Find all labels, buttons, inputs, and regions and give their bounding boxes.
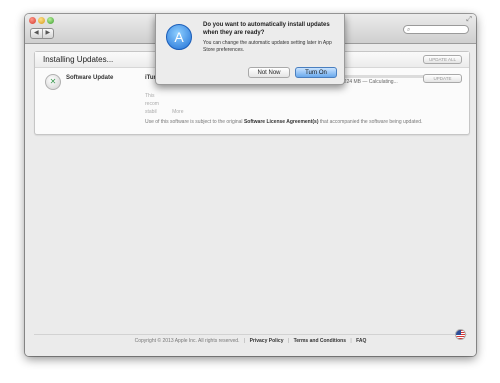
fullscreen-icon[interactable]: ⤢ — [466, 16, 472, 24]
nav-arrows: ◀ ▶ — [30, 28, 54, 39]
license-agreement-link[interactable]: Software License Agreement(s) — [244, 119, 319, 125]
privacy-policy-link[interactable]: Privacy Policy — [250, 338, 284, 344]
updates-page: Installing Updates... UPDATE ALL ✕ Softw… — [25, 44, 476, 356]
turn-on-button[interactable]: Turn On — [295, 67, 337, 78]
copyright-text: Copyright © 2013 Apple Inc. All rights r… — [134, 338, 240, 344]
footer-separator: | — [350, 338, 352, 344]
update-item-name: Software Update — [66, 75, 114, 81]
software-update-icon: ✕ — [45, 74, 61, 90]
minimize-window-button[interactable] — [38, 17, 45, 24]
terms-link[interactable]: Terms and Conditions — [294, 338, 346, 344]
zoom-window-button[interactable] — [47, 17, 54, 24]
search-input[interactable]: ⌕ — [403, 25, 469, 34]
dialog-title: Do you want to automatically install upd… — [203, 22, 330, 36]
description-line: stabil More — [145, 109, 184, 115]
footer-separator: | — [243, 338, 246, 344]
description-line: recom — [145, 101, 159, 107]
footer: Copyright © 2013 Apple Inc. All rights r… — [25, 338, 476, 344]
update-description: This recom stabil More — [145, 92, 305, 116]
description-line: This — [145, 93, 155, 99]
update-all-button[interactable]: UPDATE ALL — [423, 55, 462, 64]
us-flag-icon[interactable] — [455, 329, 466, 340]
faq-link[interactable]: FAQ — [356, 338, 366, 344]
license-notice: Use of this software is subject to the o… — [145, 119, 423, 125]
search-icon: ⌕ — [407, 27, 411, 33]
not-now-button[interactable]: Not Now — [248, 67, 290, 78]
more-link[interactable]: More — [172, 109, 183, 115]
close-window-button[interactable] — [29, 17, 36, 24]
dialog-message: You can change the automatic updates set… — [203, 40, 332, 53]
app-store-window: ◀ ▶ ⤢ ✂ Featured ★ Top Charts ▦ Categori… — [25, 14, 476, 356]
footer-separator: | — [287, 338, 290, 344]
panel-title: Installing Updates... — [43, 55, 114, 64]
app-store-icon: A — [166, 24, 192, 50]
forward-arrow-icon[interactable]: ▶ — [43, 29, 54, 38]
footer-divider — [34, 334, 467, 335]
update-button[interactable]: UPDATE — [423, 74, 462, 83]
back-arrow-icon[interactable]: ◀ — [31, 29, 43, 38]
auto-update-dialog: A Do you want to automatically install u… — [155, 14, 345, 85]
